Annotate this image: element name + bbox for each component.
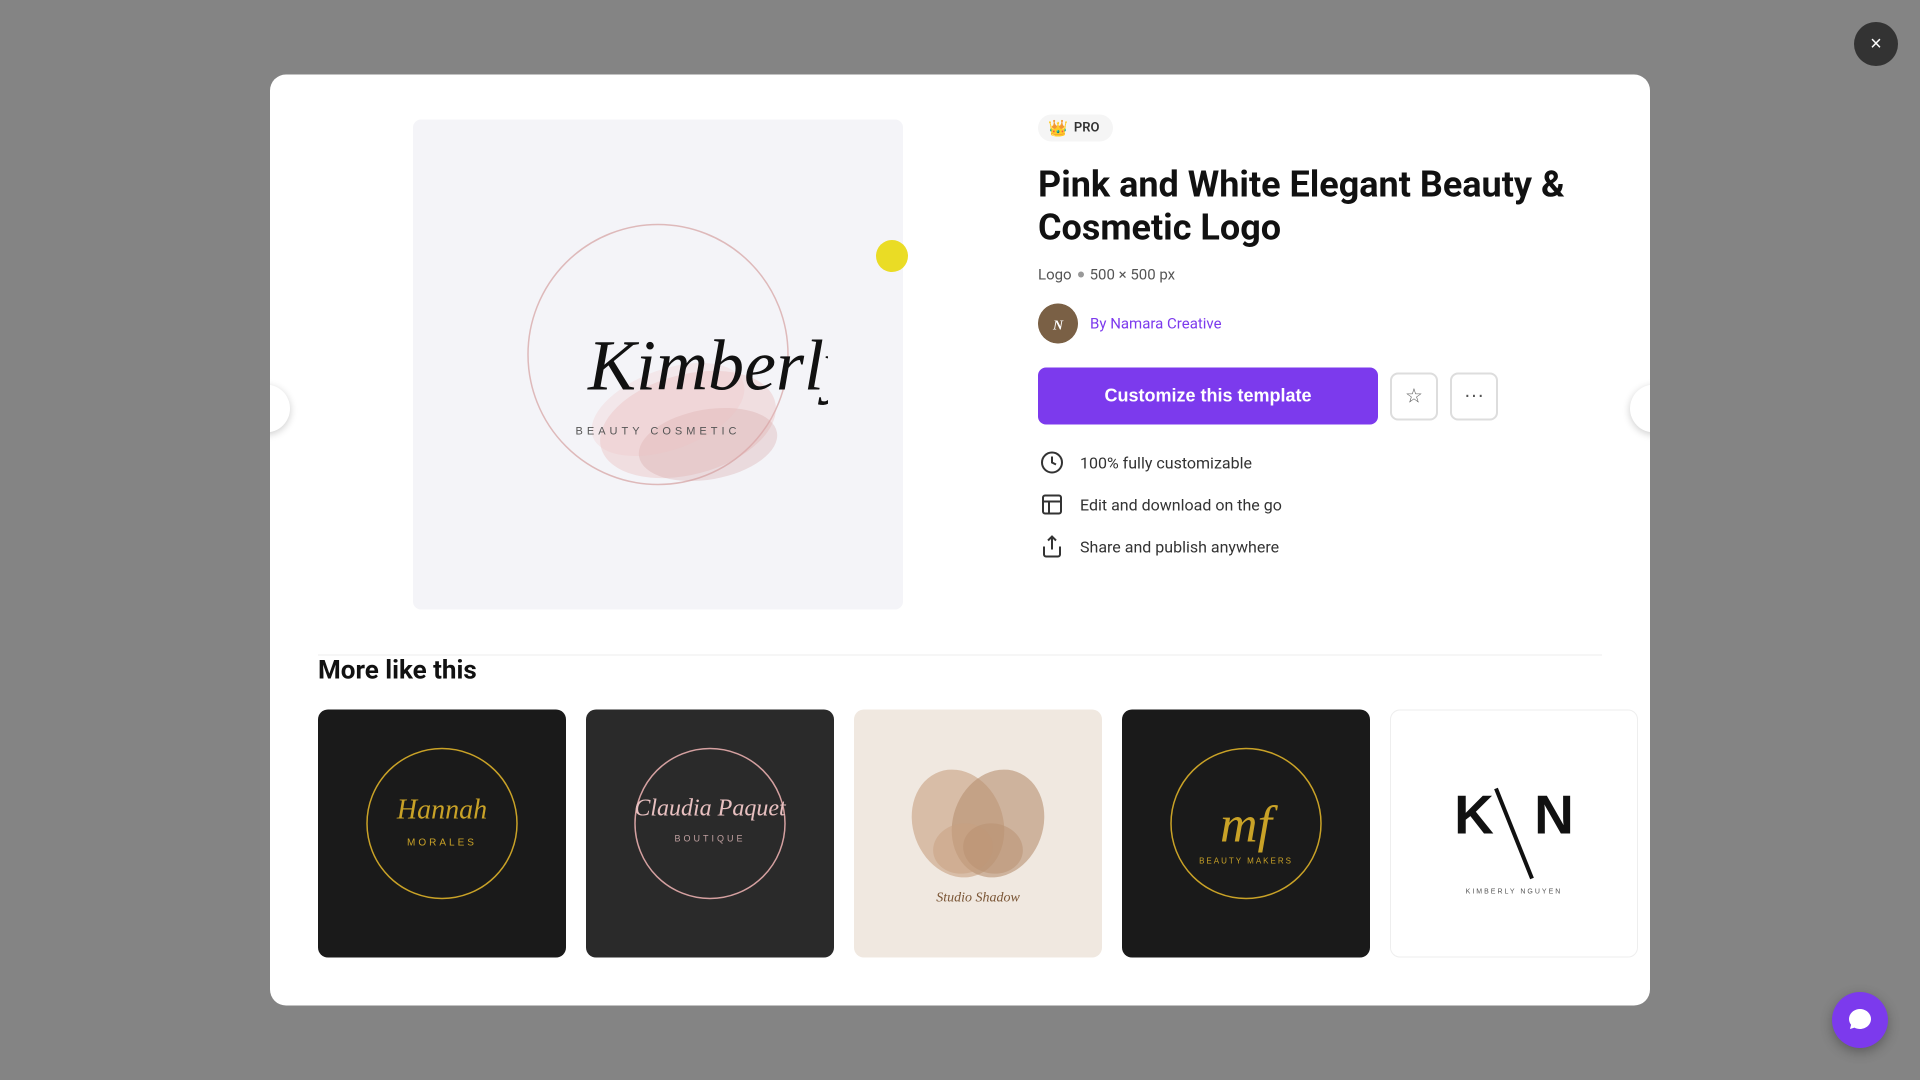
template-modal: ‹ › Kimberly <box>270 75 1650 1006</box>
author-name: By Namara Creative <box>1090 315 1222 333</box>
svg-text:N: N <box>1052 319 1064 334</box>
feature-edit: Edit and download on the go <box>1038 491 1602 519</box>
preview-area: Kimberly BEAUTY COSMETIC <box>318 115 998 615</box>
customizable-icon <box>1038 449 1066 477</box>
card-content-3: Studio Shadow <box>854 710 1102 958</box>
svg-text:mf: mf <box>1220 797 1279 854</box>
modal-body: Kimberly BEAUTY COSMETIC 👑 PRO Pink and … <box>270 75 1650 655</box>
features-list: 100% fully customizable Edit and downloa… <box>1038 449 1602 561</box>
author-link[interactable]: Namara Creative <box>1110 315 1221 333</box>
action-row: Customize this template ☆ ··· <box>1038 368 1602 425</box>
template-meta: Logo 500 × 500 px <box>1038 266 1602 284</box>
card-content-4: mf BEAUTY MAKERS <box>1122 710 1370 958</box>
avatar: N <box>1038 304 1078 344</box>
more-title: More like this <box>318 656 1602 686</box>
card-content-1: Hannah MORALES <box>318 710 566 958</box>
svg-text:K: K <box>1454 784 1494 846</box>
svg-text:Claudia Paquet: Claudia Paquet <box>634 796 787 822</box>
more-options-button[interactable]: ··· <box>1450 372 1498 420</box>
info-area: 👑 PRO Pink and White Elegant Beauty & Co… <box>998 115 1602 615</box>
separator <box>1078 272 1084 278</box>
customizable-text: 100% fully customizable <box>1080 453 1252 472</box>
preview-image: Kimberly BEAUTY COSMETIC <box>413 120 903 610</box>
list-item[interactable]: K N KIMBERLY NGUYEN <box>1390 710 1638 958</box>
svg-text:BOUTIQUE: BOUTIQUE <box>674 834 745 844</box>
pro-badge: 👑 PRO <box>1038 115 1113 142</box>
edit-text: Edit and download on the go <box>1080 495 1282 514</box>
chat-button[interactable] <box>1832 992 1888 1048</box>
more-grid: Hannah MORALES Claudia Paquet BOUTIQUE <box>318 710 1602 958</box>
list-item[interactable]: mf BEAUTY MAKERS <box>1122 710 1370 958</box>
svg-text:KIMBERLY NGUYEN: KIMBERLY NGUYEN <box>1466 889 1563 896</box>
feature-customizable: 100% fully customizable <box>1038 449 1602 477</box>
svg-text:Hannah: Hannah <box>396 795 487 826</box>
close-button[interactable]: × <box>1854 22 1898 66</box>
edit-icon <box>1038 491 1066 519</box>
card-content-5: K N KIMBERLY NGUYEN <box>1391 711 1637 957</box>
star-button[interactable]: ☆ <box>1390 372 1438 420</box>
svg-text:MORALES: MORALES <box>407 838 477 849</box>
svg-text:N: N <box>1534 784 1574 846</box>
list-item[interactable]: Claudia Paquet BOUTIQUE <box>586 710 834 958</box>
logo-svg: Kimberly BEAUTY COSMETIC <box>488 195 828 535</box>
svg-text:BEAUTY COSMETIC: BEAUTY COSMETIC <box>576 426 741 438</box>
card-content-2: Claudia Paquet BOUTIQUE <box>586 710 834 958</box>
share-text: Share and publish anywhere <box>1080 537 1279 556</box>
pro-label: PRO <box>1074 121 1100 136</box>
more-section: More like this Hannah MORALES Claudi <box>270 656 1650 1006</box>
template-dimensions: 500 × 500 px <box>1090 266 1176 284</box>
template-title: Pink and White Elegant Beauty & Cosmetic… <box>1038 164 1602 250</box>
svg-text:Studio Shadow: Studio Shadow <box>936 891 1020 906</box>
svg-text:BEAUTY MAKERS: BEAUTY MAKERS <box>1199 857 1293 866</box>
share-icon <box>1038 533 1066 561</box>
author-row: N By Namara Creative <box>1038 304 1602 344</box>
crown-icon: 👑 <box>1048 119 1068 138</box>
list-item[interactable]: Hannah MORALES <box>318 710 566 958</box>
list-item[interactable]: Studio Shadow <box>854 710 1102 958</box>
template-type: Logo <box>1038 266 1072 284</box>
svg-text:Kimberly: Kimberly <box>587 326 828 406</box>
customize-button[interactable]: Customize this template <box>1038 368 1378 425</box>
feature-share: Share and publish anywhere <box>1038 533 1602 561</box>
